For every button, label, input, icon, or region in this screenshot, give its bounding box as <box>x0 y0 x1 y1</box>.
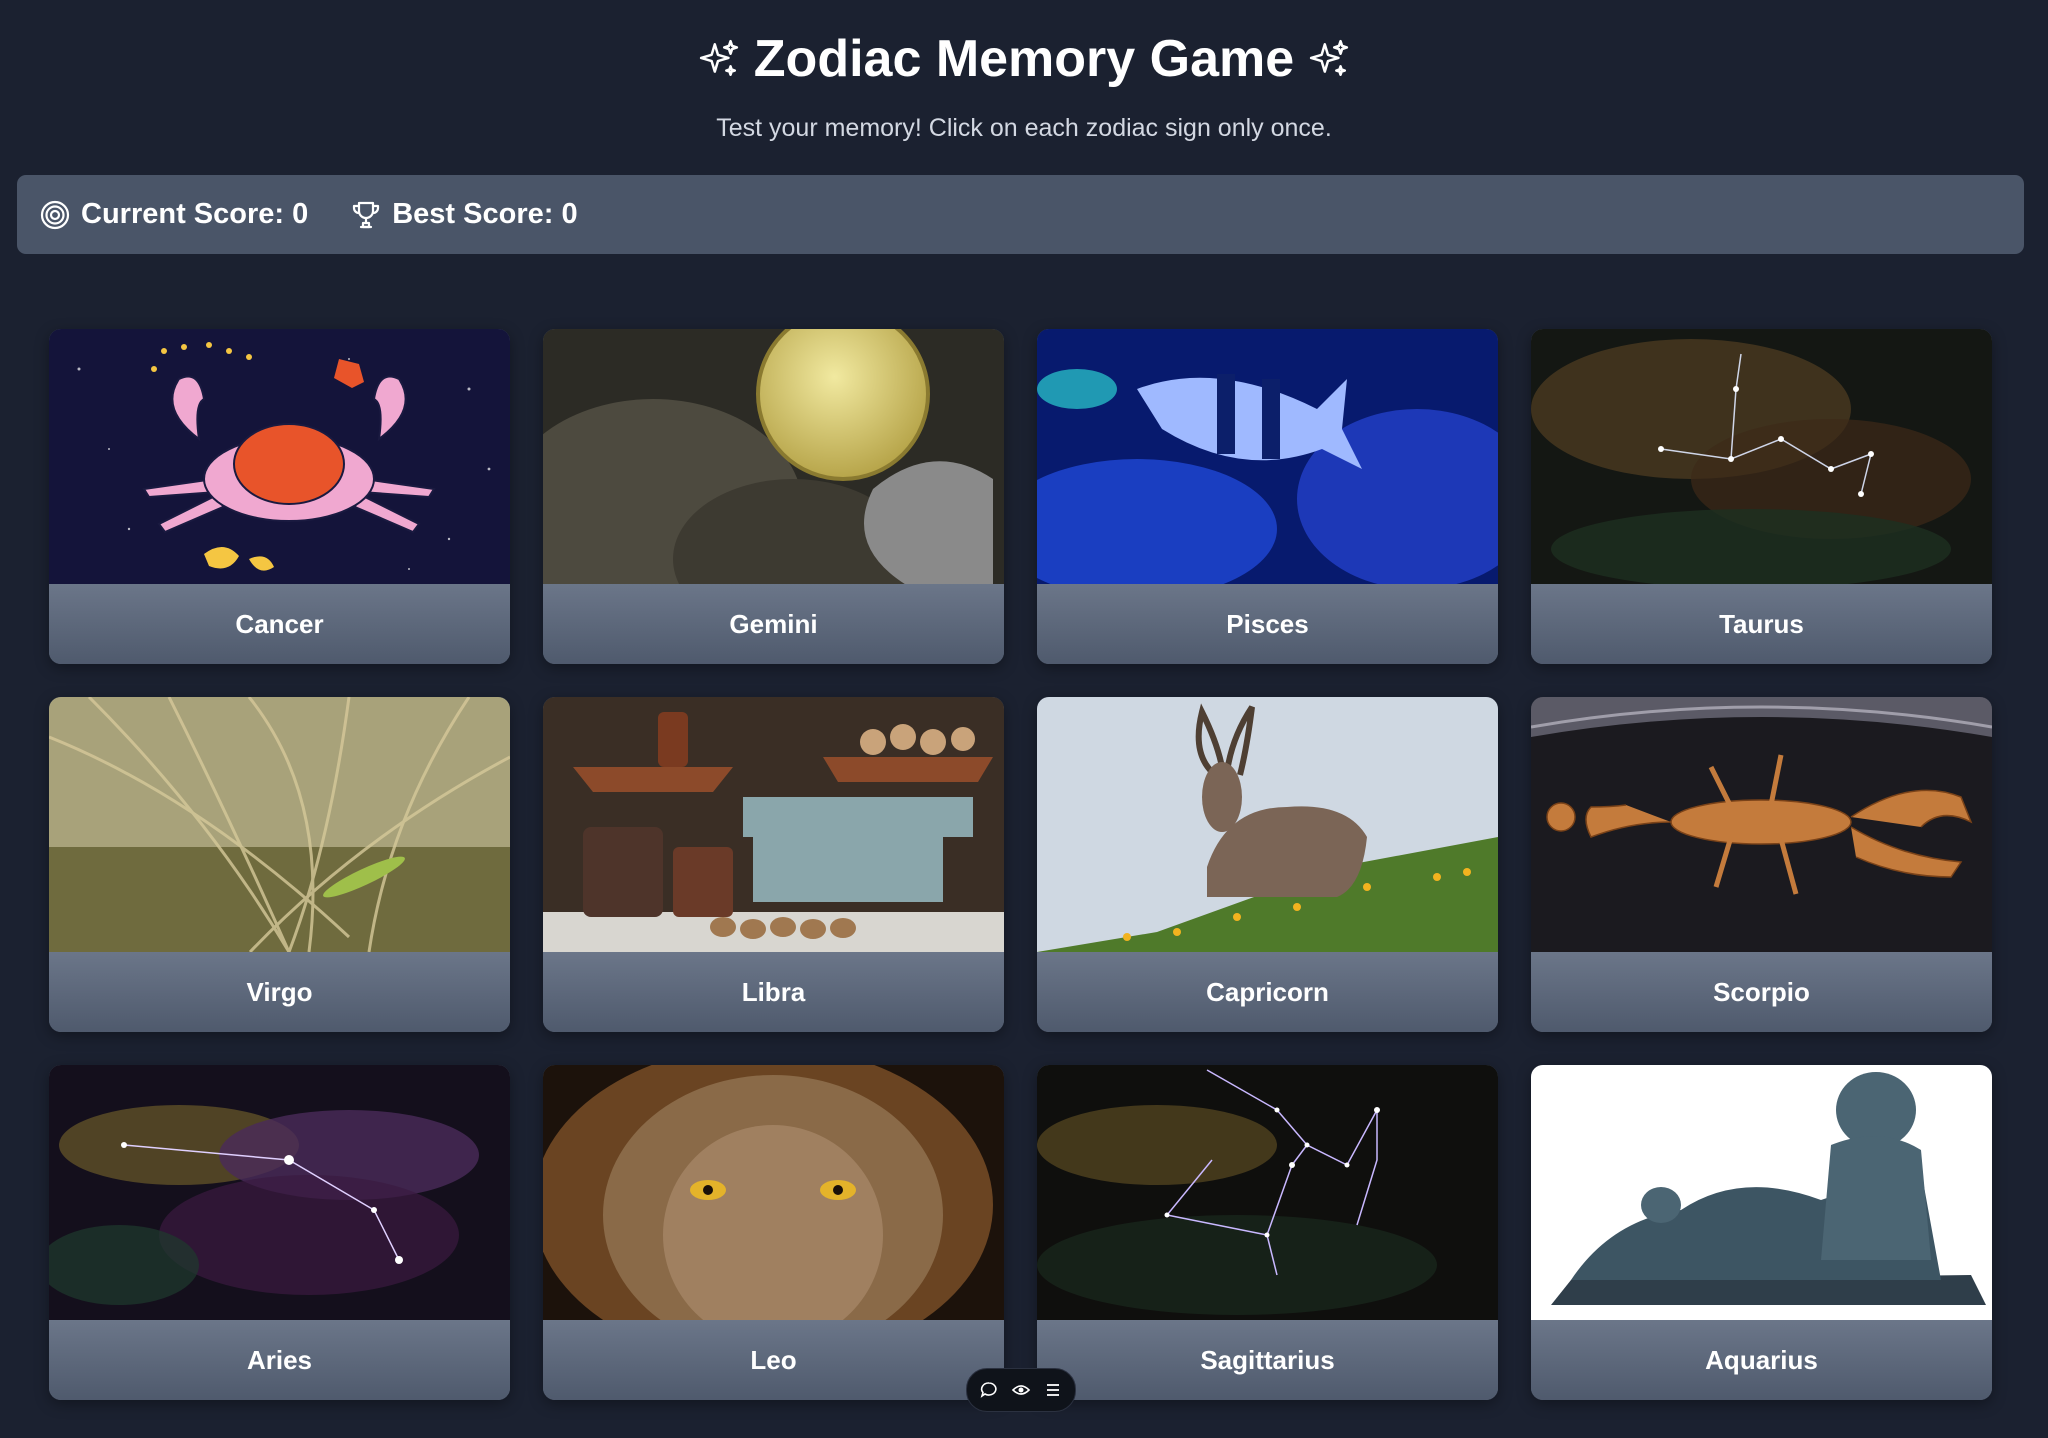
card-label: Aquarius <box>1531 1320 1992 1400</box>
zodiac-card-pisces[interactable]: Pisces <box>1037 329 1498 664</box>
card-label: Leo <box>543 1320 1004 1400</box>
zodiac-card-aquarius[interactable]: Aquarius <box>1531 1065 1992 1400</box>
zodiac-card-taurus[interactable]: Taurus <box>1531 329 1992 664</box>
card-label: Taurus <box>1531 584 1992 664</box>
zodiac-card-aries[interactable]: Aries <box>49 1065 510 1400</box>
pisces-image <box>1037 329 1498 584</box>
zodiac-card-leo[interactable]: Leo <box>543 1065 1004 1400</box>
libra-image <box>543 697 1004 952</box>
zodiac-card-gemini[interactable]: Gemini <box>543 329 1004 664</box>
leo-image <box>543 1065 1004 1320</box>
zodiac-card-libra[interactable]: Libra <box>543 697 1004 1032</box>
best-score: Best Score: 0 <box>350 198 578 231</box>
current-score-label: Current Score: 0 <box>81 198 309 230</box>
sparkles-icon <box>1308 38 1350 80</box>
trophy-icon <box>350 199 382 231</box>
card-label: Pisces <box>1037 584 1498 664</box>
zodiac-card-scorpio[interactable]: Scorpio <box>1531 697 1992 1032</box>
aries-image <box>49 1065 510 1320</box>
card-label: Capricorn <box>1037 952 1498 1032</box>
taurus-image <box>1531 329 1992 584</box>
zodiac-card-capricorn[interactable]: Capricorn <box>1037 697 1498 1032</box>
page-subtitle: Test your memory! Click on each zodiac s… <box>716 114 1332 142</box>
zodiac-card-virgo[interactable]: Virgo <box>49 697 510 1032</box>
card-label: Gemini <box>543 584 1004 664</box>
current-score: Current Score: 0 <box>39 198 308 231</box>
floating-toolbar <box>966 1368 1076 1412</box>
card-label: Cancer <box>49 584 510 664</box>
zodiac-card-sagittarius[interactable]: Sagittarius <box>1037 1065 1498 1400</box>
target-icon <box>39 199 71 231</box>
card-label: Libra <box>543 952 1004 1032</box>
card-label: Virgo <box>49 952 510 1032</box>
chat-icon[interactable] <box>979 1380 999 1400</box>
menu-icon[interactable] <box>1043 1380 1063 1400</box>
page-header: Zodiac Memory Game Test your memory! Cli… <box>0 0 2048 143</box>
cancer-image <box>49 329 510 584</box>
page-title: Zodiac Memory Game <box>0 26 2048 92</box>
zodiac-card-cancer[interactable]: Cancer <box>49 329 510 664</box>
card-label: Aries <box>49 1320 510 1400</box>
scorpio-image <box>1531 697 1992 952</box>
sagittarius-image <box>1037 1065 1498 1320</box>
sparkles-icon <box>698 38 740 80</box>
best-score-label: Best Score: 0 <box>392 198 578 230</box>
scoreboard: Current Score: 0 Best Score: 0 <box>17 175 2024 254</box>
title-text: Zodiac Memory Game <box>753 30 1295 88</box>
eye-icon[interactable] <box>1011 1380 1031 1400</box>
aquarius-image <box>1531 1065 1992 1320</box>
card-label: Sagittarius <box>1037 1320 1498 1400</box>
virgo-image <box>49 697 510 952</box>
card-grid: Cancer Gemini Pisces Taurus Virgo Libra … <box>49 329 1992 1400</box>
capricorn-image <box>1037 697 1498 952</box>
gemini-image <box>543 329 1004 584</box>
card-label: Scorpio <box>1531 952 1992 1032</box>
